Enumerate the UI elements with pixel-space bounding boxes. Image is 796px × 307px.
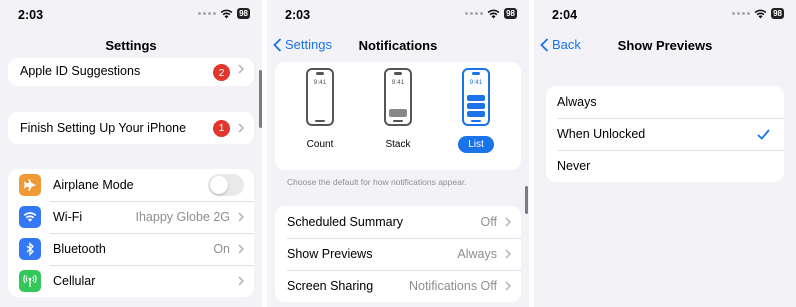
airplane-mode-toggle[interactable] (208, 174, 244, 196)
screen-sharing-row[interactable]: Screen Sharing Notifications Off (275, 270, 521, 302)
bluetooth-icon (19, 238, 41, 260)
cellular-row[interactable]: Cellular (8, 265, 254, 297)
status-icons: 98 (465, 8, 517, 19)
notifications-screen: 2:03 98 Settings Notifications 9:41 Coun… (267, 0, 529, 307)
style-option-label: Stack (385, 139, 411, 150)
chevron-right-icon (505, 281, 511, 291)
row-label: Show Previews (287, 247, 373, 261)
bluetooth-status-value: On (213, 242, 230, 256)
chevron-right-icon (238, 276, 244, 286)
chevron-right-icon (238, 244, 244, 254)
row-value: Notifications Off (408, 279, 497, 293)
phone-preview-stack: 9:41 (384, 68, 412, 126)
checkmark-icon (757, 128, 770, 140)
style-option-list[interactable]: 9:41 List (441, 68, 511, 153)
preview-time: 9:41 (313, 79, 327, 86)
row-label: Screen Sharing (287, 279, 374, 293)
bluetooth-row[interactable]: Bluetooth On (8, 233, 254, 265)
finish-setup-row[interactable]: Finish Setting Up Your iPhone 1 (8, 112, 254, 144)
wifi-status-icon (754, 9, 767, 18)
battery-indicator: 98 (504, 8, 517, 19)
suggestions-group: Apple ID Suggestions 2 (8, 58, 254, 86)
preview-time: 9:41 (391, 79, 405, 86)
airplane-mode-row: Airplane Mode (8, 169, 254, 201)
option-label: Always (557, 95, 597, 109)
notification-settings-group: Scheduled Summary Off Show Previews Alwa… (275, 206, 521, 302)
status-time: 2:03 (285, 8, 311, 22)
signal-dots-icon (465, 12, 484, 15)
style-option-label: Count (306, 139, 334, 150)
show-previews-screen: 2:04 98 Back Show Previews Always When U… (534, 0, 796, 307)
status-time: 2:04 (552, 8, 578, 22)
display-style-group: 9:41 Count 9:41 Stack 9:41 List (275, 62, 521, 170)
preview-time: 9:41 (469, 79, 483, 86)
row-label: Finish Setting Up Your iPhone (20, 121, 187, 135)
page-title: Settings (105, 38, 157, 53)
row-label: Scheduled Summary (287, 215, 404, 229)
settings-screen: 2:03 98 Settings Apple ID Suggestions 2 … (0, 0, 262, 307)
apple-id-suggestions-row[interactable]: Apple ID Suggestions 2 (8, 58, 254, 86)
wifi-row[interactable]: Wi-Fi Ihappy Globe 2G (8, 201, 254, 233)
footnote: Choose the default for how notifications… (287, 177, 467, 187)
status-time: 2:03 (18, 8, 44, 22)
scheduled-summary-row[interactable]: Scheduled Summary Off (275, 206, 521, 238)
connectivity-group: Airplane Mode Wi-Fi Ihappy Globe 2G Blue… (8, 169, 254, 297)
row-label: Wi-Fi (53, 210, 83, 224)
row-label: Apple ID Suggestions (20, 64, 141, 78)
status-bar: 2:04 98 (534, 0, 796, 30)
style-option-label: List (458, 136, 494, 153)
status-icons: 98 (198, 8, 250, 19)
page-title: Show Previews (617, 38, 713, 53)
row-value: Off (480, 215, 497, 229)
phone-preview-count: 9:41 (306, 68, 334, 126)
chevron-right-icon (238, 64, 244, 74)
status-icons: 98 (732, 8, 784, 19)
chevron-right-icon (505, 217, 511, 227)
battery-indicator: 98 (771, 8, 784, 19)
style-option-count[interactable]: 9:41 Count (285, 68, 355, 153)
airplane-icon (19, 174, 41, 196)
signal-dots-icon (732, 12, 751, 15)
option-always[interactable]: Always (546, 86, 784, 118)
chevron-right-icon (238, 212, 244, 222)
nav-bar: Settings Notifications (267, 32, 529, 58)
option-never[interactable]: Never (546, 150, 784, 182)
wifi-network-value: Ihappy Globe 2G (135, 210, 230, 224)
notification-badge: 1 (213, 119, 230, 137)
finish-setup-group: Finish Setting Up Your iPhone 1 (8, 112, 254, 144)
page-title: Notifications (358, 38, 438, 53)
wifi-status-icon (220, 9, 233, 18)
phone-preview-list: 9:41 (462, 68, 490, 126)
option-when-unlocked[interactable]: When Unlocked (546, 118, 784, 150)
row-label: Bluetooth (53, 242, 106, 256)
notification-badge: 2 (213, 64, 230, 81)
row-value: Always (457, 247, 497, 261)
show-previews-row[interactable]: Show Previews Always (275, 238, 521, 270)
status-bar: 2:03 98 (0, 0, 262, 30)
style-option-stack[interactable]: 9:41 Stack (363, 68, 433, 153)
cellular-antenna-icon (19, 270, 41, 292)
wifi-icon (19, 206, 41, 228)
chevron-right-icon (238, 123, 244, 133)
preview-options-group: Always When Unlocked Never (546, 86, 784, 182)
chevron-right-icon (505, 249, 511, 259)
nav-bar: Settings (0, 32, 262, 58)
battery-indicator: 98 (237, 8, 250, 19)
wifi-status-icon (487, 9, 500, 18)
scrollbar[interactable] (525, 186, 528, 214)
option-label: When Unlocked (557, 127, 646, 141)
nav-bar: Back Show Previews (534, 32, 796, 58)
display-style-options: 9:41 Count 9:41 Stack 9:41 List (275, 62, 521, 153)
row-label: Cellular (53, 274, 96, 288)
option-label: Never (557, 159, 591, 173)
row-label: Airplane Mode (53, 178, 134, 192)
status-bar: 2:03 98 (267, 0, 529, 30)
signal-dots-icon (198, 12, 217, 15)
